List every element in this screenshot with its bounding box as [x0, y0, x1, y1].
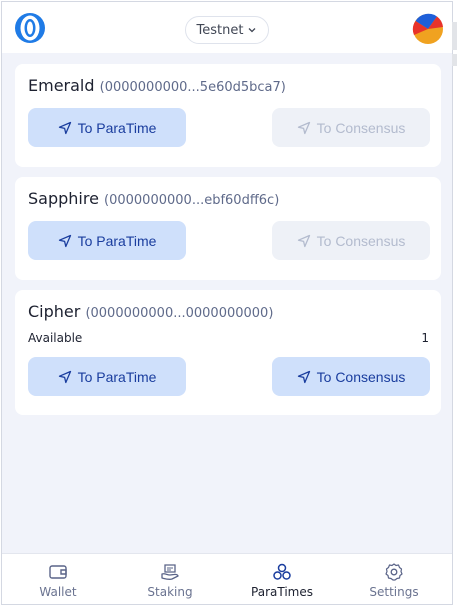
send-icon	[58, 121, 71, 134]
paratime-card-cipher: Cipher (0000000000...0000000000) Availab…	[15, 290, 441, 415]
app-frame: Testnet Emerald (0000000000...5e60d5bca7…	[1, 1, 453, 605]
window-edge	[452, 22, 457, 50]
to-consensus-label: To Consensus	[316, 119, 406, 136]
paratime-title: Cipher (0000000000...0000000000)	[28, 302, 273, 321]
paratime-name: Cipher	[28, 302, 81, 321]
paratime-title: Emerald (0000000000...5e60d5bca7)	[28, 76, 286, 95]
nav-item-wallet[interactable]: Wallet	[2, 554, 114, 604]
paratime-card-sapphire: Sapphire (0000000000...ebf60dff6c) To Pa…	[15, 177, 441, 280]
settings-icon	[385, 562, 403, 581]
send-icon	[297, 234, 310, 247]
chevron-down-icon	[249, 28, 256, 33]
paratime-title: Sapphire (0000000000...ebf60dff6c)	[28, 189, 279, 208]
bottom-navigation: Wallet Staking ParaTimes Settings	[2, 553, 452, 604]
to-paratime-button[interactable]: To ParaTime	[28, 357, 186, 396]
network-selector[interactable]: Testnet	[185, 16, 269, 44]
to-paratime-button[interactable]: To ParaTime	[28, 108, 186, 147]
nav-item-staking[interactable]: Staking	[114, 554, 226, 604]
paratime-address: (0000000000...0000000000)	[85, 306, 274, 321]
to-consensus-label: To Consensus	[316, 232, 406, 249]
paratime-address: (0000000000...ebf60dff6c)	[104, 193, 280, 208]
send-icon	[58, 370, 71, 383]
paratime-card-emerald: Emerald (0000000000...5e60d5bca7) To Par…	[15, 64, 441, 167]
paratime-address: (0000000000...5e60d5bca7)	[99, 80, 286, 95]
network-label: Testnet	[196, 22, 244, 38]
to-paratime-label: To ParaTime	[77, 119, 157, 136]
wallet-icon	[49, 564, 67, 579]
nav-label: Wallet	[39, 584, 77, 599]
to-paratime-button[interactable]: To ParaTime	[28, 221, 186, 260]
app-header: Testnet	[2, 2, 452, 53]
to-consensus-button[interactable]: To Consensus	[272, 108, 430, 147]
send-icon	[58, 234, 71, 247]
staking-icon	[161, 563, 179, 580]
oasis-logo-icon[interactable]	[14, 12, 46, 44]
to-paratime-label: To ParaTime	[77, 368, 157, 385]
paratime-name: Sapphire	[28, 189, 99, 208]
nav-label: Settings	[369, 584, 419, 599]
to-consensus-button[interactable]: To Consensus	[272, 357, 430, 396]
to-consensus-label: To Consensus	[316, 368, 406, 385]
nav-label: ParaTimes	[251, 584, 313, 599]
to-consensus-button[interactable]: To Consensus	[272, 221, 430, 260]
paratimes-icon	[273, 563, 291, 580]
send-icon	[297, 121, 310, 134]
account-avatar-icon[interactable]	[412, 13, 444, 45]
available-label: Available	[28, 331, 83, 345]
paratime-name: Emerald	[28, 76, 95, 95]
send-icon	[297, 370, 310, 383]
to-paratime-label: To ParaTime	[77, 232, 157, 249]
available-value: 1	[421, 331, 429, 345]
nav-item-settings[interactable]: Settings	[338, 554, 450, 604]
window-edge	[452, 54, 457, 66]
nav-label: Staking	[147, 584, 193, 599]
nav-item-paratimes[interactable]: ParaTimes	[226, 554, 338, 604]
